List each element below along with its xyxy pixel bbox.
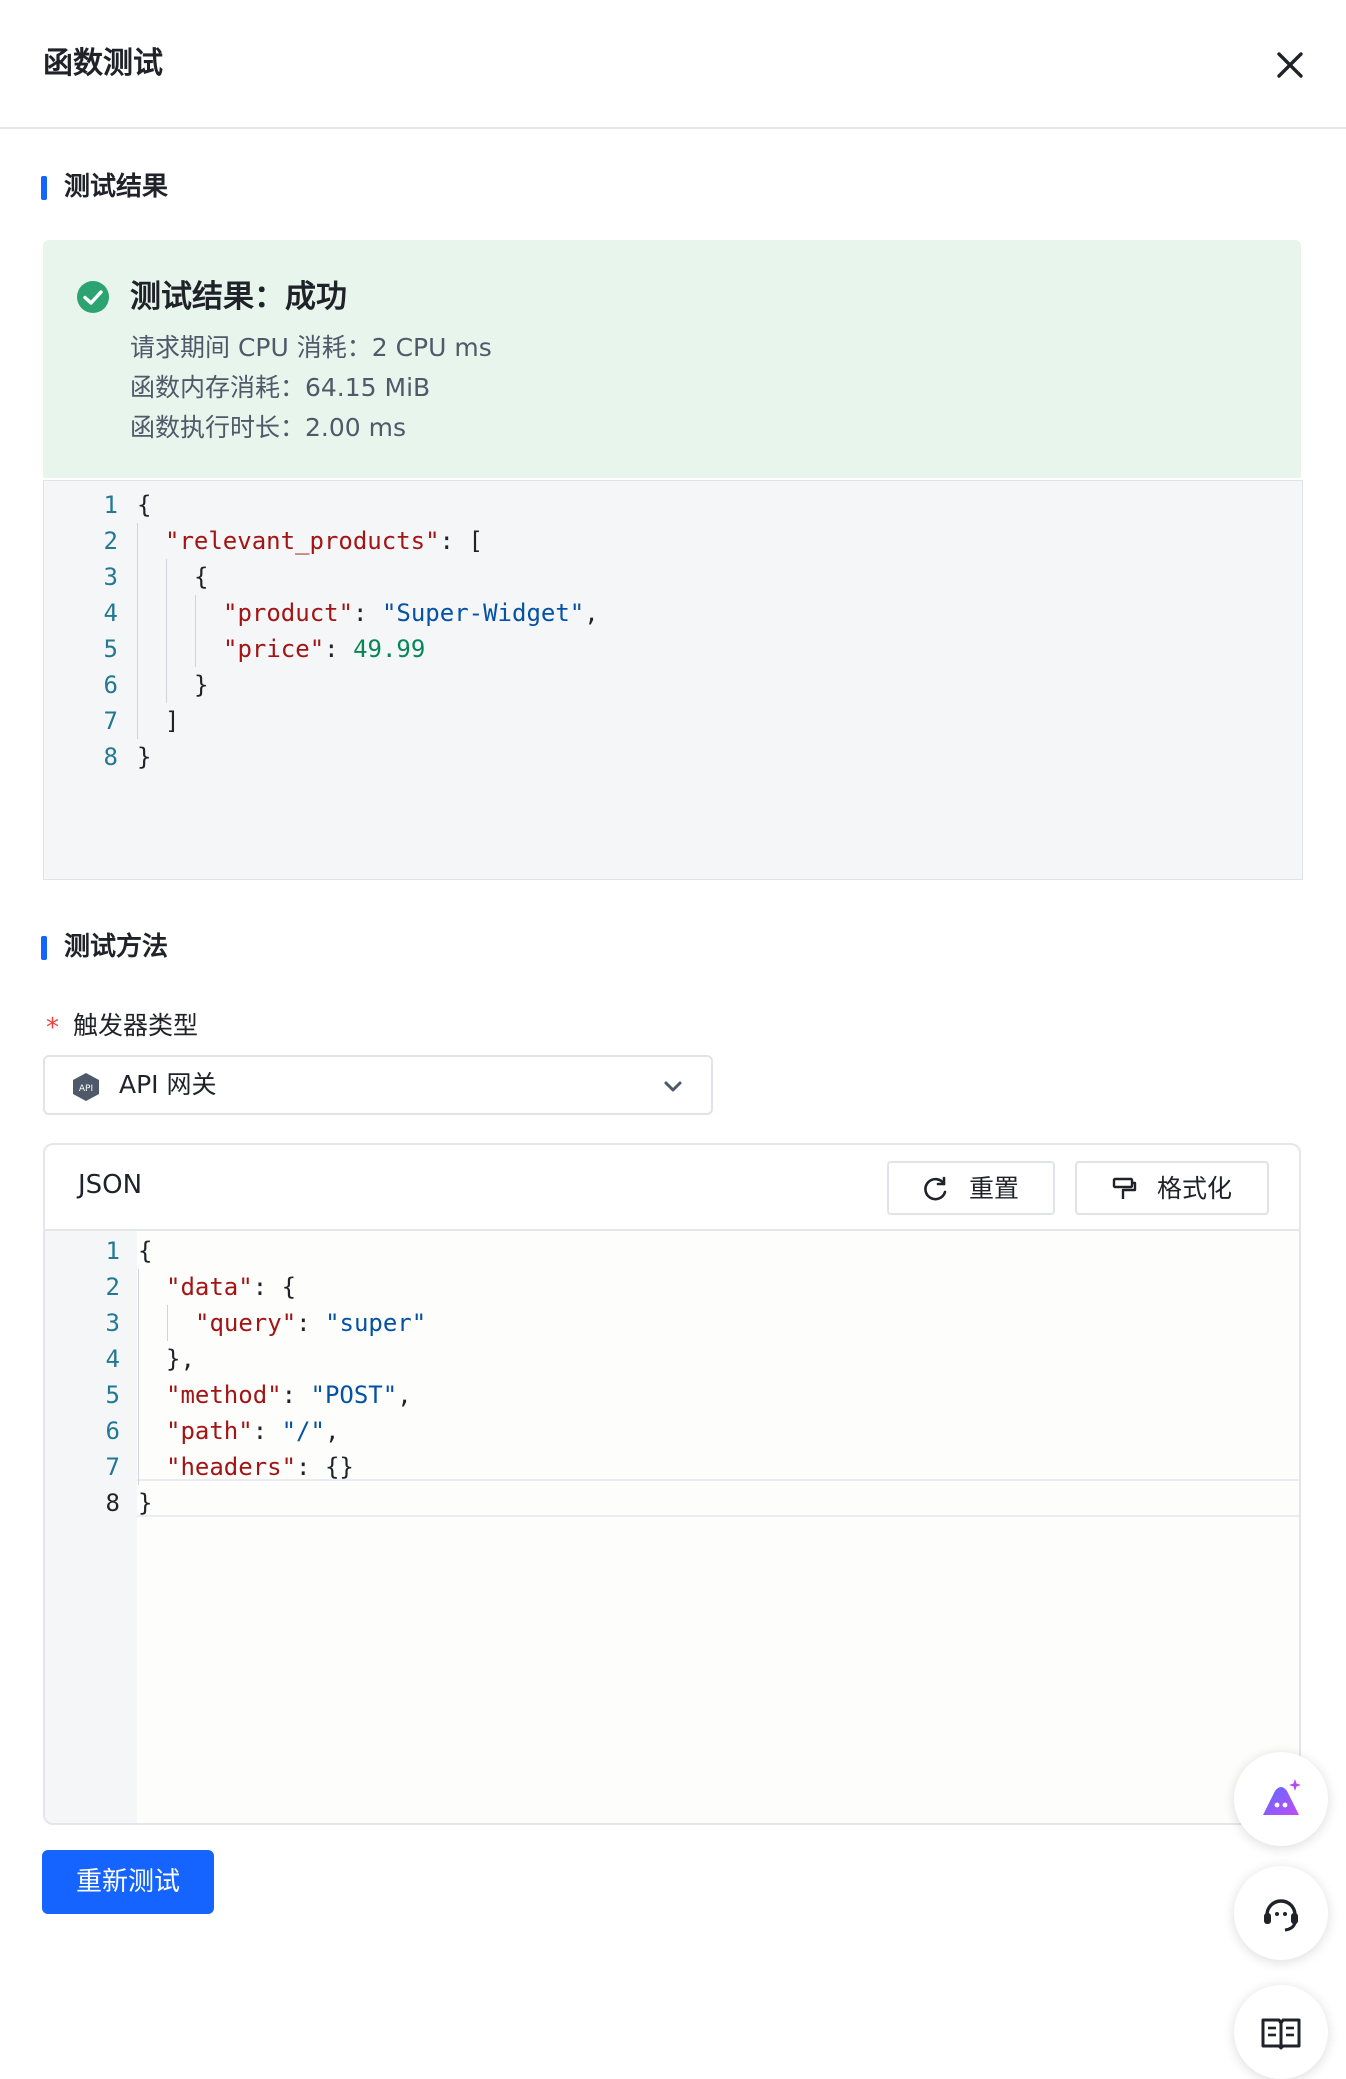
svg-text:API: API <box>79 1084 93 1094</box>
section-marker <box>41 936 47 960</box>
drawer-header: 函数测试 <box>0 0 1346 129</box>
section-marker <box>41 176 47 200</box>
check-circle-icon <box>77 281 109 313</box>
code-bracket: ] <box>165 707 180 735</box>
docs-button[interactable] <box>1234 1985 1328 2079</box>
support-button[interactable] <box>1234 1866 1328 1960</box>
code-brace: { <box>194 563 209 591</box>
line-number: 5 <box>103 635 118 663</box>
code-brace: } <box>138 1489 153 1517</box>
code-line: "product": "Super-Widget", <box>223 599 599 627</box>
json-label: JSON <box>78 1170 143 1200</box>
editor-toolbar: JSON 重置 格式化 <box>45 1145 1299 1231</box>
line-number: 2 <box>103 527 118 555</box>
line-number: 2 <box>105 1273 120 1301</box>
line-number: 6 <box>103 671 118 699</box>
line-number: 3 <box>105 1309 120 1337</box>
code-line: "method": "POST", <box>166 1381 412 1409</box>
refresh-icon <box>924 1176 947 1201</box>
duration-text: 函数执行时长：2.00 ms <box>130 413 406 442</box>
chevron-down-icon <box>664 1081 682 1092</box>
line-number: 4 <box>103 599 118 627</box>
code-brace: { <box>138 1237 153 1265</box>
reset-button-label: 重置 <box>969 1174 1020 1203</box>
line-number: 5 <box>105 1381 120 1409</box>
line-number: 8 <box>105 1489 120 1517</box>
drawer-title: 函数测试 <box>43 46 163 81</box>
json-editor-panel: JSON 重置 格式化 1 2 3 4 5 6 7 8 { "data": { … <box>43 1143 1301 1825</box>
api-gateway-icon: API <box>73 1073 99 1101</box>
code-line: "price": 49.99 <box>223 635 426 663</box>
support-icon <box>1264 1899 1298 1932</box>
trigger-type-select[interactable]: API API 网关 <box>43 1055 713 1115</box>
code-line: "path": "/", <box>166 1417 340 1445</box>
line-number: 1 <box>105 1237 120 1265</box>
result-code-viewer: 1 2 3 4 5 6 7 8 { "relevant_products": [… <box>43 480 1303 880</box>
code-line: "query": "super" <box>195 1309 427 1337</box>
line-number: 3 <box>103 563 118 591</box>
cpu-usage-text: 请求期间 CPU 消耗：2 CPU ms <box>130 333 492 362</box>
code-brace: { <box>137 491 152 519</box>
docs-book-icon <box>1261 2018 1301 2050</box>
line-number: 4 <box>105 1345 120 1373</box>
ai-assistant-icon <box>1263 1779 1301 1815</box>
line-number: 8 <box>103 743 118 771</box>
trigger-type-value: API 网关 <box>119 1070 217 1099</box>
trigger-type-label: 触发器类型 <box>73 1011 199 1040</box>
line-number: 1 <box>103 491 118 519</box>
format-painter-icon <box>1112 1177 1137 1199</box>
close-button[interactable] <box>1266 44 1314 88</box>
result-section-title: 测试结果 <box>64 172 169 202</box>
close-icon <box>1277 52 1303 78</box>
code-line: }, <box>166 1345 195 1373</box>
memory-usage-text: 函数内存消耗：64.15 MiB <box>130 373 431 402</box>
code-line: "relevant_products": [ <box>165 527 483 555</box>
code-brace: } <box>194 671 209 699</box>
retest-button[interactable]: 重新测试 <box>42 1850 214 1914</box>
retest-button-label: 重新测试 <box>75 1867 180 1897</box>
ai-assistant-button[interactable] <box>1234 1752 1328 1846</box>
format-button[interactable]: 格式化 <box>1075 1161 1269 1215</box>
code-line: "headers": {} <box>166 1453 354 1481</box>
code-line: "data": { <box>166 1273 297 1301</box>
required-mark: * <box>46 1013 59 1043</box>
line-number: 6 <box>105 1417 120 1445</box>
format-button-label: 格式化 <box>1157 1174 1233 1203</box>
line-number: 7 <box>105 1453 120 1481</box>
method-section-title: 测试方法 <box>64 932 169 962</box>
result-status: 测试结果：成功 <box>130 279 347 315</box>
line-number: 7 <box>103 707 118 735</box>
reset-button[interactable]: 重置 <box>887 1161 1055 1215</box>
code-brace: } <box>137 743 152 771</box>
